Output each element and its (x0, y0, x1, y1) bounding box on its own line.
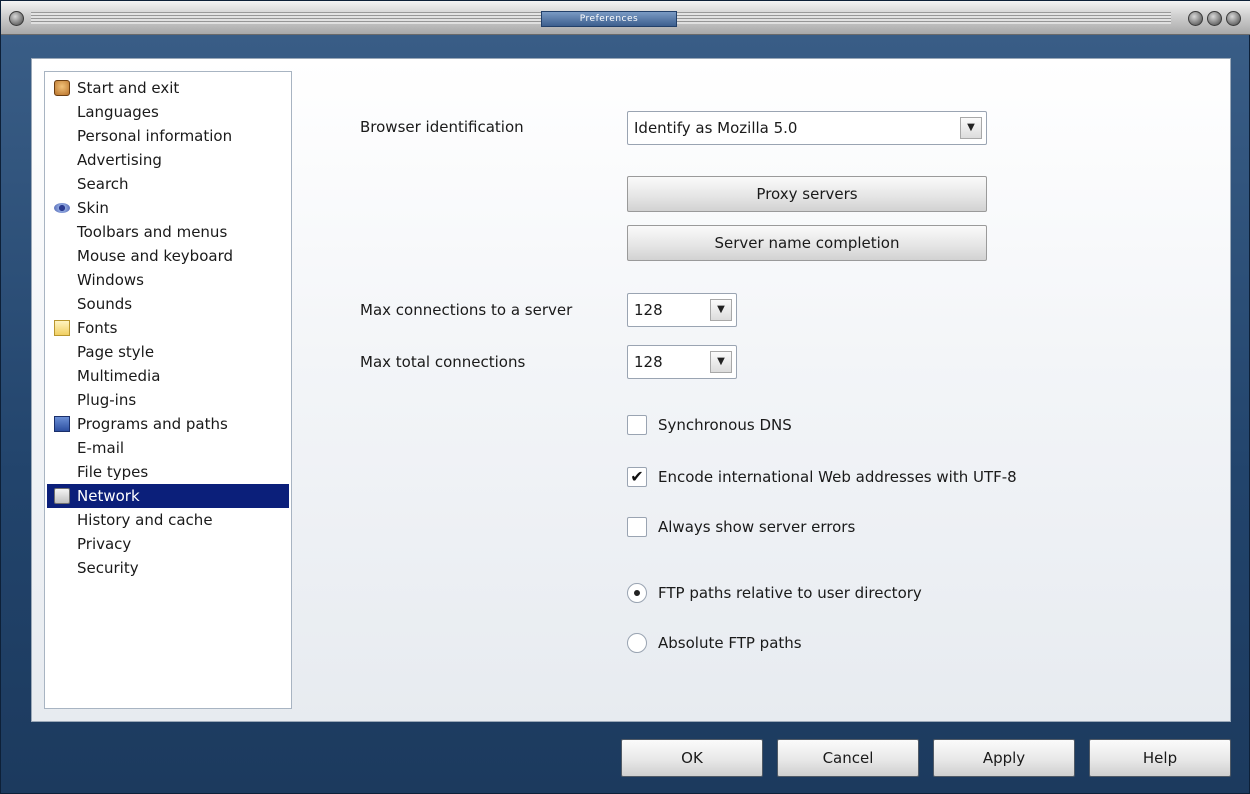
help-button[interactable]: Help (1089, 739, 1231, 777)
sidebar-item-privacy[interactable]: Privacy (47, 532, 289, 556)
preferences-window: Preferences Start and exit Languages Per… (0, 0, 1250, 794)
disk-icon (54, 416, 70, 432)
chevron-down-icon[interactable]: ▼ (710, 351, 732, 373)
synchronous-dns-label: Synchronous DNS (658, 416, 792, 434)
sidebar-item-e-mail[interactable]: E-mail (47, 436, 289, 460)
always-show-errors-label: Always show server errors (658, 518, 856, 536)
cancel-button[interactable]: Cancel (777, 739, 919, 777)
sidebar-item-label: Network (77, 487, 140, 505)
sidebar-item-security[interactable]: Security (47, 556, 289, 580)
window-title: Preferences (541, 11, 677, 27)
preferences-panel: Start and exit Languages Personal inform… (31, 58, 1231, 722)
sidebar-item-label: Languages (77, 103, 159, 121)
always-show-errors-checkbox[interactable] (627, 517, 647, 537)
close-icon[interactable] (1226, 11, 1241, 26)
sidebar-item-skin[interactable]: Skin (47, 196, 289, 220)
sidebar-item-mouse-and-keyboard[interactable]: Mouse and keyboard (47, 244, 289, 268)
encode-utf8-label: Encode international Web addresses with … (658, 468, 1017, 486)
sidebar-item-label: Advertising (77, 151, 162, 169)
ftp-absolute-radio[interactable] (627, 633, 647, 653)
sidebar-item-sounds[interactable]: Sounds (47, 292, 289, 316)
sidebar-item-label: Security (77, 559, 139, 577)
sidebar-item-label: File types (77, 463, 149, 481)
sidebar-item-toolbars-and-menus[interactable]: Toolbars and menus (47, 220, 289, 244)
ok-button[interactable]: OK (621, 739, 763, 777)
chevron-down-icon[interactable]: ▼ (960, 117, 982, 139)
sidebar-item-label: Start and exit (77, 79, 180, 97)
max-total-connections-select[interactable]: 128 ▼ (627, 345, 737, 379)
eye-icon (54, 203, 70, 213)
minimize-icon[interactable] (1188, 11, 1203, 26)
ftp-relative-radio[interactable] (627, 583, 647, 603)
lock-icon (54, 488, 70, 504)
proxy-servers-button[interactable]: Proxy servers (627, 176, 987, 212)
system-menu-icon[interactable] (9, 11, 24, 26)
face-icon (54, 80, 70, 96)
radio-selected-dot (634, 590, 640, 596)
sidebar-item-label: Programs and paths (77, 415, 228, 433)
sidebar-item-label: Multimedia (77, 367, 161, 385)
sidebar-item-label: Personal information (77, 127, 233, 145)
sidebar-item-page-style[interactable]: Page style (47, 340, 289, 364)
sidebar-item-label: Page style (77, 343, 155, 361)
max-total-connections-value: 128 (634, 353, 663, 371)
browser-identification-label: Browser identification (360, 118, 524, 136)
sidebar-item-label: E-mail (77, 439, 125, 457)
sidebar-item-file-types[interactable]: File types (47, 460, 289, 484)
synchronous-dns-checkbox[interactable] (627, 415, 647, 435)
sidebar-item-label: Toolbars and menus (77, 223, 228, 241)
sidebar-item-label: Fonts (77, 319, 118, 337)
sidebar-item-personal-information[interactable]: Personal information (47, 124, 289, 148)
max-connections-server-label: Max connections to a server (360, 301, 573, 319)
sidebar-item-label: Privacy (77, 535, 132, 553)
chevron-down-icon[interactable]: ▼ (710, 299, 732, 321)
sidebar-item-programs-and-paths[interactable]: Programs and paths (47, 412, 289, 436)
sidebar-item-label: Sounds (77, 295, 133, 313)
sidebar-item-history-and-cache[interactable]: History and cache (47, 508, 289, 532)
apply-button[interactable]: Apply (933, 739, 1075, 777)
ftp-relative-label: FTP paths relative to user directory (658, 584, 922, 602)
ftp-absolute-label: Absolute FTP paths (658, 634, 802, 652)
title-bar[interactable]: Preferences (1, 1, 1250, 35)
maximize-icon[interactable] (1207, 11, 1222, 26)
sidebar-item-network[interactable]: Network (47, 484, 289, 508)
browser-identification-select[interactable]: Identify as Mozilla 5.0 ▼ (627, 111, 987, 145)
browser-identification-value: Identify as Mozilla 5.0 (634, 119, 798, 137)
sidebar-item-languages[interactable]: Languages (47, 100, 289, 124)
sidebar-item-label: Skin (77, 199, 109, 217)
sidebar-item-label: Search (77, 175, 129, 193)
sidebar-item-label: History and cache (77, 511, 213, 529)
sidebar-item-search[interactable]: Search (47, 172, 289, 196)
sidebar-item-windows[interactable]: Windows (47, 268, 289, 292)
sidebar-item-fonts[interactable]: Fonts (47, 316, 289, 340)
sidebar-item-label: Windows (77, 271, 144, 289)
max-total-connections-label: Max total connections (360, 353, 526, 371)
sidebar-item-label: Plug-ins (77, 391, 137, 409)
sidebar-item-advertising[interactable]: Advertising (47, 148, 289, 172)
folder-icon (54, 320, 70, 336)
sidebar-item-label: Mouse and keyboard (77, 247, 233, 265)
category-tree[interactable]: Start and exit Languages Personal inform… (44, 71, 292, 709)
sidebar-item-multimedia[interactable]: Multimedia (47, 364, 289, 388)
server-name-completion-button[interactable]: Server name completion (627, 225, 987, 261)
sidebar-item-start-and-exit[interactable]: Start and exit (47, 76, 289, 100)
max-connections-server-value: 128 (634, 301, 663, 319)
sidebar-item-plug-ins[interactable]: Plug-ins (47, 388, 289, 412)
max-connections-server-select[interactable]: 128 ▼ (627, 293, 737, 327)
encode-utf8-checkbox[interactable]: ✔ (627, 467, 647, 487)
